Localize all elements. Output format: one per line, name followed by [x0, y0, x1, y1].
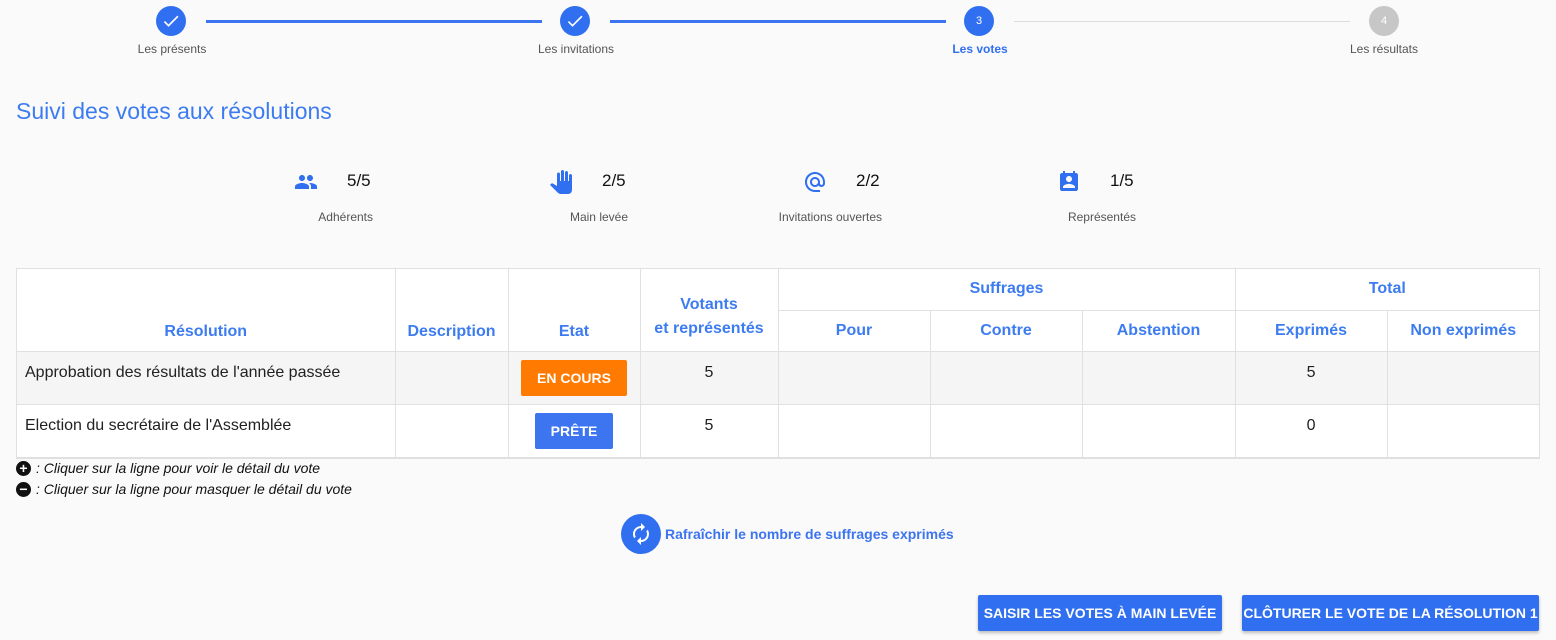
- step-1-check-icon[interactable]: [156, 6, 186, 36]
- cell-description: [395, 351, 509, 405]
- people-icon: [293, 168, 319, 196]
- stat-main-levee-label: Main levée: [569, 210, 628, 224]
- cell-resolution: Approbation des résultats de l'année pas…: [17, 351, 396, 405]
- header-non-exprimes: Non exprimés: [1387, 310, 1540, 352]
- status-badge: EN COURS: [521, 359, 627, 396]
- step-1-label[interactable]: Les présents: [92, 42, 252, 56]
- cell-resolution: Election du secrétaire de l'Assemblée: [17, 404, 396, 458]
- header-resolution: Résolution: [17, 269, 396, 352]
- cell-abstention: [1082, 351, 1236, 405]
- cell-non-exprimes: [1387, 351, 1540, 405]
- cell-non-exprimes: [1387, 404, 1540, 458]
- cell-votants: 5: [640, 351, 779, 405]
- cell-pour: [778, 404, 931, 458]
- saisir-votes-button[interactable]: SAISIR LES VOTES À MAIN LEVÉE: [978, 595, 1222, 631]
- header-abstention: Abstention: [1082, 310, 1236, 352]
- contact-calendar-icon: [1056, 168, 1082, 196]
- header-votants: Votants et représentés: [640, 269, 779, 352]
- header-pour: Pour: [778, 310, 931, 352]
- plus-circle-icon: +: [16, 460, 31, 476]
- stat-adherents-value: 5/5: [347, 171, 371, 190]
- step-4-label[interactable]: Les résultats: [1304, 42, 1464, 56]
- header-votants-line2: et représentés: [654, 319, 764, 337]
- header-suffrages: Suffrages: [778, 269, 1236, 311]
- step-connector-2: [610, 20, 946, 23]
- cell-exprimes: 5: [1235, 351, 1388, 405]
- header-description: Description: [395, 269, 509, 352]
- refresh-icon: [633, 523, 649, 545]
- legend-expand: + : Cliquer sur la ligne pour voir le dé…: [16, 460, 320, 476]
- stat-invitations-label: Invitations ouvertes: [778, 210, 882, 224]
- stat-main-levee-value: 2/5: [602, 171, 626, 190]
- step-2-check-icon[interactable]: [560, 6, 590, 36]
- status-badge: PRÊTE: [534, 412, 614, 449]
- cell-contre: [930, 404, 1083, 458]
- stat-adherents-label: Adhérents: [318, 210, 373, 224]
- stat-invitations-value: 2/2: [856, 171, 880, 190]
- stepper: Les présents Les invitations 3 Les votes…: [0, 0, 1556, 70]
- header-etat: Etat: [508, 269, 641, 352]
- cloturer-vote-button[interactable]: CLÔTURER LE VOTE DE LA RÉSOLUTION 1: [1242, 595, 1539, 631]
- refresh-control[interactable]: Rafraîchir le nombre de suffrages exprim…: [621, 514, 954, 554]
- legend-expand-text: : Cliquer sur la ligne pour voir le déta…: [36, 460, 321, 476]
- stat-representes: 1/5 Représentés: [1056, 168, 1256, 248]
- stat-adherents: 5/5 Adhérents: [293, 168, 493, 248]
- header-exprimes: Exprimés: [1235, 310, 1388, 352]
- cell-etat: PRÊTE: [508, 404, 641, 458]
- legend-collapse: − : Cliquer sur la ligne pour masquer le…: [16, 481, 352, 497]
- header-contre: Contre: [930, 310, 1083, 352]
- minus-circle-icon: −: [16, 481, 31, 497]
- table-row[interactable]: Approbation des résultats de l'année pas…: [17, 351, 1540, 405]
- refresh-label[interactable]: Rafraîchir le nombre de suffrages exprim…: [665, 526, 954, 542]
- resolutions-table: Résolution Description Etat Votants et r…: [16, 268, 1540, 459]
- table-row[interactable]: Election du secrétaire de l'Assemblée PR…: [17, 404, 1540, 458]
- refresh-button[interactable]: [621, 514, 661, 554]
- cell-pour: [778, 351, 931, 405]
- stat-representes-label: Représentés: [1067, 210, 1136, 224]
- step-connector-1: [206, 20, 542, 23]
- hand-icon: [548, 168, 574, 196]
- stat-main-levee: 2/5 Main levée: [548, 168, 748, 248]
- step-2-label[interactable]: Les invitations: [496, 42, 656, 56]
- step-4-number[interactable]: 4: [1369, 6, 1399, 36]
- step-3-number[interactable]: 3: [964, 6, 994, 36]
- step-connector-3: [1014, 21, 1350, 22]
- cell-exprimes: 0: [1235, 404, 1388, 458]
- cell-abstention: [1082, 404, 1236, 458]
- header-votants-line1: Votants: [680, 295, 738, 313]
- page-title: Suivi des votes aux résolutions: [16, 98, 332, 124]
- stat-invitations: 2/2 Invitations ouvertes: [779, 168, 1002, 248]
- cell-description: [395, 404, 509, 458]
- cell-etat: EN COURS: [508, 351, 641, 405]
- cell-contre: [930, 351, 1083, 405]
- header-total: Total: [1235, 269, 1540, 311]
- step-3-label[interactable]: Les votes: [900, 42, 1060, 56]
- cell-votants: 5: [640, 404, 779, 458]
- at-icon: [802, 168, 828, 196]
- legend-collapse-text: : Cliquer sur la ligne pour masquer le d…: [36, 481, 352, 497]
- stat-representes-value: 1/5: [1110, 171, 1134, 190]
